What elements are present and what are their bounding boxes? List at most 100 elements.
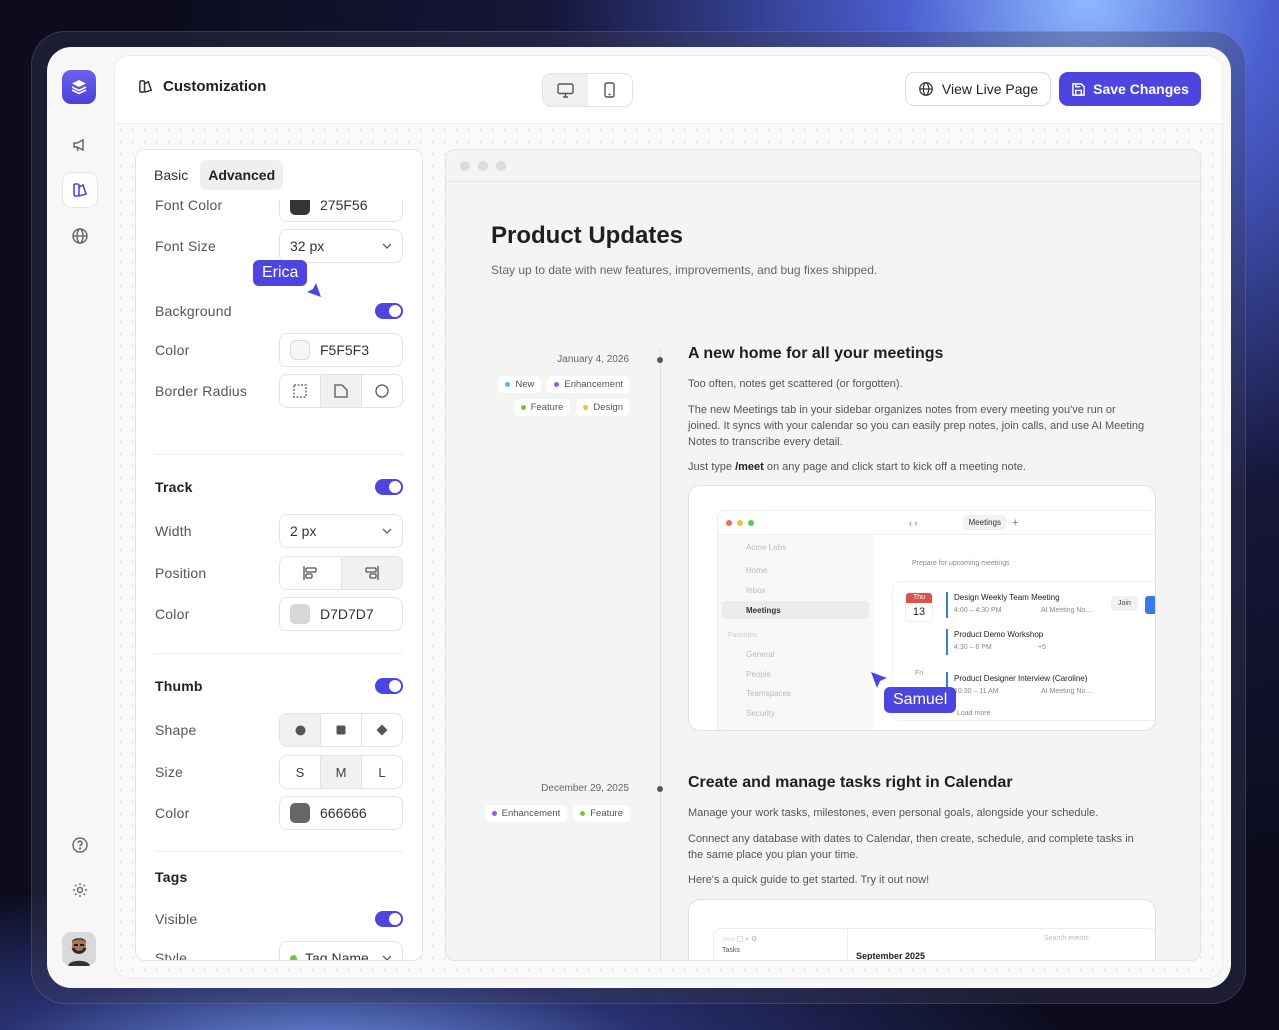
position-right-option[interactable] xyxy=(341,557,402,589)
track-width-value: 2 px xyxy=(290,523,317,539)
app-window: Customization View Live Page Save Change… xyxy=(47,47,1231,988)
position-left-option[interactable] xyxy=(280,557,342,589)
thumb-shape-row: Shape xyxy=(155,713,403,747)
divider xyxy=(155,653,403,654)
timeline-line xyxy=(660,350,661,960)
meetings-tab: Meetings xyxy=(962,515,1007,530)
tag-label: Enhancement xyxy=(564,379,623,390)
device-toggle xyxy=(542,73,633,107)
shape-diamond-option[interactable] xyxy=(362,714,402,746)
preview-subtitle: Stay up to date with new features, impro… xyxy=(491,263,878,277)
shape-square-option[interactable] xyxy=(321,714,362,746)
font-size-row: Font Size 32 px xyxy=(155,229,403,263)
track-color-field[interactable]: D7D7D7 xyxy=(279,597,403,631)
desktop-view-button[interactable] xyxy=(543,74,588,106)
thumb-color-swatch xyxy=(290,803,310,823)
radius-full-option[interactable] xyxy=(362,375,402,407)
track-width-select[interactable]: 2 px xyxy=(279,514,403,548)
settings-gear-icon[interactable] xyxy=(62,872,98,908)
megaphone-icon[interactable] xyxy=(62,127,98,163)
entry-date: December 29, 2025 xyxy=(541,783,629,794)
globe-icon[interactable] xyxy=(62,218,98,254)
tags-header-row: Tags xyxy=(155,860,403,894)
track-toggle[interactable] xyxy=(375,479,403,495)
entry-tags: Enhancement Feature xyxy=(470,805,630,822)
meeting-title: Product Designer Interview (Caroline) xyxy=(954,674,1088,683)
save-changes-button[interactable]: Save Changes xyxy=(1059,72,1201,106)
background-toggle[interactable] xyxy=(375,303,403,319)
size-m-option[interactable]: M xyxy=(321,756,362,788)
mobile-view-button[interactable] xyxy=(588,74,633,106)
calendar-screenshot: ○○○ ▢ ⌕ ⚙ Tasks Search events September … xyxy=(688,899,1156,960)
thumb-header-row: Thumb xyxy=(155,669,403,703)
border-radius-row: Border Radius xyxy=(155,374,403,408)
thumb-size-segmented: S M L xyxy=(279,755,403,789)
tags-style-select[interactable]: Tag Name xyxy=(279,941,403,960)
event-bar xyxy=(946,629,948,655)
left-rail xyxy=(47,47,113,988)
user-avatar[interactable] xyxy=(62,932,96,966)
entry-paragraph: Manage your work tasks, milestones, even… xyxy=(688,807,1099,819)
background-label: Background xyxy=(155,303,232,319)
size-l-option[interactable]: L xyxy=(362,756,402,788)
entry-paragraph: Here's a quick guide to get started. Try… xyxy=(688,874,930,886)
radius-none-option[interactable] xyxy=(280,375,321,407)
window-close-dot-icon xyxy=(726,519,732,526)
tags-visible-label: Visible xyxy=(155,911,198,927)
text-run: Just type xyxy=(688,461,736,473)
timeline-dot xyxy=(657,786,663,792)
favorites-label: Favorites xyxy=(728,632,757,639)
page-title: Customization xyxy=(137,78,266,95)
shape-circle-option[interactable] xyxy=(280,714,321,746)
customization-icon[interactable] xyxy=(62,172,98,208)
tag-chip: Enhancement xyxy=(547,376,630,393)
text-run: on any page and click start to kick off … xyxy=(763,461,1026,473)
bg-color-field[interactable]: F5F5F3 xyxy=(279,333,403,367)
track-width-label: Width xyxy=(155,523,192,539)
collaborator-cursor-samuel: Samuel xyxy=(884,687,957,713)
entry-paragraph: The new Meetings tab in your sidebar org… xyxy=(688,404,1145,448)
entry-date: January 4, 2026 xyxy=(557,354,629,365)
workspace-name: Acme Labs xyxy=(746,543,787,552)
app-logo-icon[interactable] xyxy=(62,70,96,104)
timeline-dot xyxy=(657,357,663,363)
join-button[interactable]: Join xyxy=(1111,596,1138,611)
font-size-select[interactable]: 32 px xyxy=(279,229,403,263)
nav-inbox: Inbox xyxy=(746,586,766,595)
main-card: Customization View Live Page Save Change… xyxy=(114,55,1223,979)
tags-visible-toggle[interactable] xyxy=(375,911,403,927)
window-dot-icon xyxy=(460,160,470,171)
bg-color-label: Color xyxy=(155,342,190,358)
size-s-option[interactable]: S xyxy=(280,756,321,788)
thumb-color-label: Color xyxy=(155,805,190,821)
radius-medium-option[interactable] xyxy=(321,375,362,407)
help-icon[interactable] xyxy=(62,827,98,863)
top-bar: Customization View Live Page Save Change… xyxy=(115,56,1222,124)
tab-advanced[interactable]: Advanced xyxy=(200,160,284,190)
track-heading: Track xyxy=(155,479,193,495)
nav-people: People xyxy=(746,670,771,679)
thumb-toggle[interactable] xyxy=(375,678,403,694)
entry-paragraph: Just type /meet on any page and click st… xyxy=(688,459,1148,475)
thumb-shape-label: Shape xyxy=(155,722,197,738)
thumb-color-field[interactable]: 666666 xyxy=(279,796,403,830)
bg-color-row: Color F5F5F3 xyxy=(155,333,403,367)
tab-basic[interactable]: Basic xyxy=(146,160,196,190)
thumb-color-row: Color 666666 xyxy=(155,796,403,830)
background-row: Background xyxy=(155,294,403,328)
window-dot-icon xyxy=(478,160,488,171)
load-more-link[interactable]: Load more xyxy=(957,710,990,717)
join-primary-button[interactable] xyxy=(1145,596,1155,614)
divider xyxy=(155,454,403,455)
entry-title: A new home for all your meetings xyxy=(688,345,944,362)
bg-color-swatch xyxy=(290,340,310,360)
tag-chip: Feature xyxy=(573,805,630,822)
editor-canvas: Basic Advanced Font Color 275F56 Font Si… xyxy=(115,124,1222,978)
calendar-search[interactable]: Search events xyxy=(1044,935,1089,942)
thumb-shape-segmented xyxy=(279,713,403,747)
meeting-note: AI Meeting No... xyxy=(1041,607,1092,614)
track-color-label: Color xyxy=(155,606,190,622)
date-badge-num: 13 xyxy=(912,606,926,618)
collaborator-cursor-erica: Erica xyxy=(253,260,308,286)
view-live-page-button[interactable]: View Live Page xyxy=(905,72,1051,106)
